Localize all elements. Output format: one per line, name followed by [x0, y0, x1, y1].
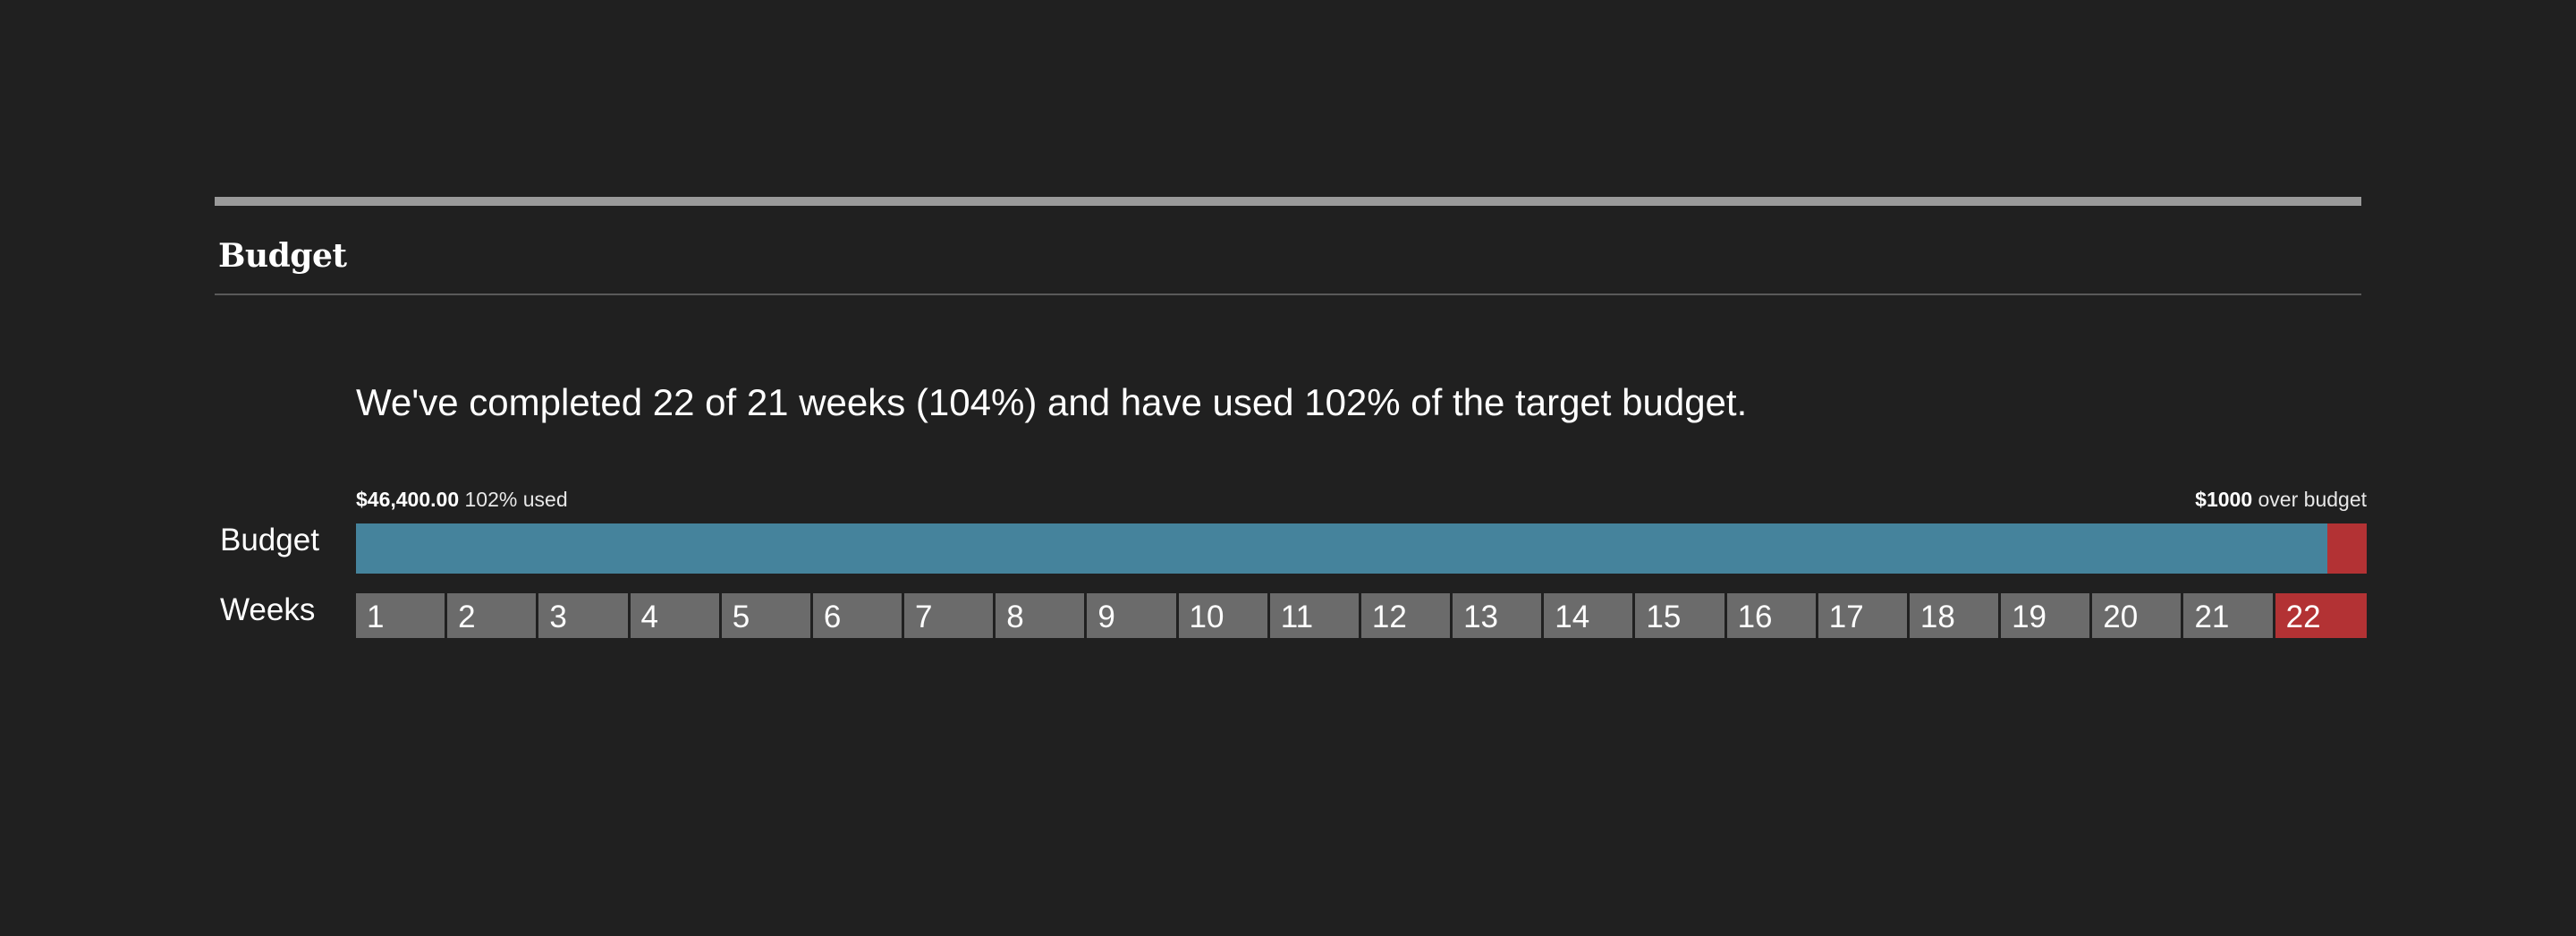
week-cell-9: 9: [1087, 593, 1179, 638]
section-title: Budget: [218, 237, 347, 275]
budget-bar: [356, 523, 2367, 574]
week-cell-12: 12: [1360, 593, 1453, 638]
week-cell-5: 5: [721, 593, 813, 638]
budget-over-suffix: over budget: [2258, 488, 2367, 511]
week-cell-7: 7: [904, 593, 996, 638]
budget-over-segment: [2327, 523, 2367, 574]
week-cell-4: 4: [630, 593, 722, 638]
section-divider: [215, 294, 2361, 295]
week-cell-18: 18: [1909, 593, 2002, 638]
week-cell-13: 13: [1453, 593, 1545, 638]
week-cell-16: 16: [1726, 593, 1818, 638]
week-cell-17: 17: [1818, 593, 1910, 638]
budget-section: Budget: [215, 197, 2361, 295]
budget-meta: $46,400.00 102% used $1000 over budget: [356, 485, 2367, 514]
budget-over-caption: $1000 over budget: [2195, 485, 2367, 514]
section-top-rule: [215, 197, 2361, 206]
week-cell-21: 21: [2183, 593, 2275, 638]
budget-used-percent: 102% used: [464, 488, 568, 511]
week-cell-10: 10: [1178, 593, 1270, 638]
week-cell-19: 19: [2001, 593, 2093, 638]
budget-used-segment: [356, 523, 2327, 574]
weeks-row-label: Weeks: [220, 592, 316, 627]
week-cell-3: 3: [538, 593, 631, 638]
week-cell-6: 6: [812, 593, 905, 638]
weeks-bar: 1 2 3 4 5 6 7 8 9 10 11 12 13 14 15 16 17 18 19 20 21 22: [356, 593, 2367, 638]
budget-row-label: Budget: [220, 523, 319, 557]
week-cell-1: 1: [356, 593, 448, 638]
week-cell-20: 20: [2092, 593, 2184, 638]
week-cell-8: 8: [996, 593, 1088, 638]
budget-used-caption: $46,400.00 102% used: [356, 485, 568, 514]
week-cell-22: 22: [2275, 593, 2367, 638]
week-cell-2: 2: [447, 593, 539, 638]
budget-over-amount: $1000: [2195, 488, 2253, 511]
week-cell-15: 15: [1635, 593, 1727, 638]
budget-amount: $46,400.00: [356, 488, 460, 511]
budget-summary-text: We've completed 22 of 21 weeks (104%) an…: [356, 381, 1748, 423]
week-cell-14: 14: [1544, 593, 1636, 638]
budget-page: Budget We've completed 22 of 21 weeks (1…: [0, 0, 2576, 936]
week-cell-11: 11: [1269, 593, 1361, 638]
